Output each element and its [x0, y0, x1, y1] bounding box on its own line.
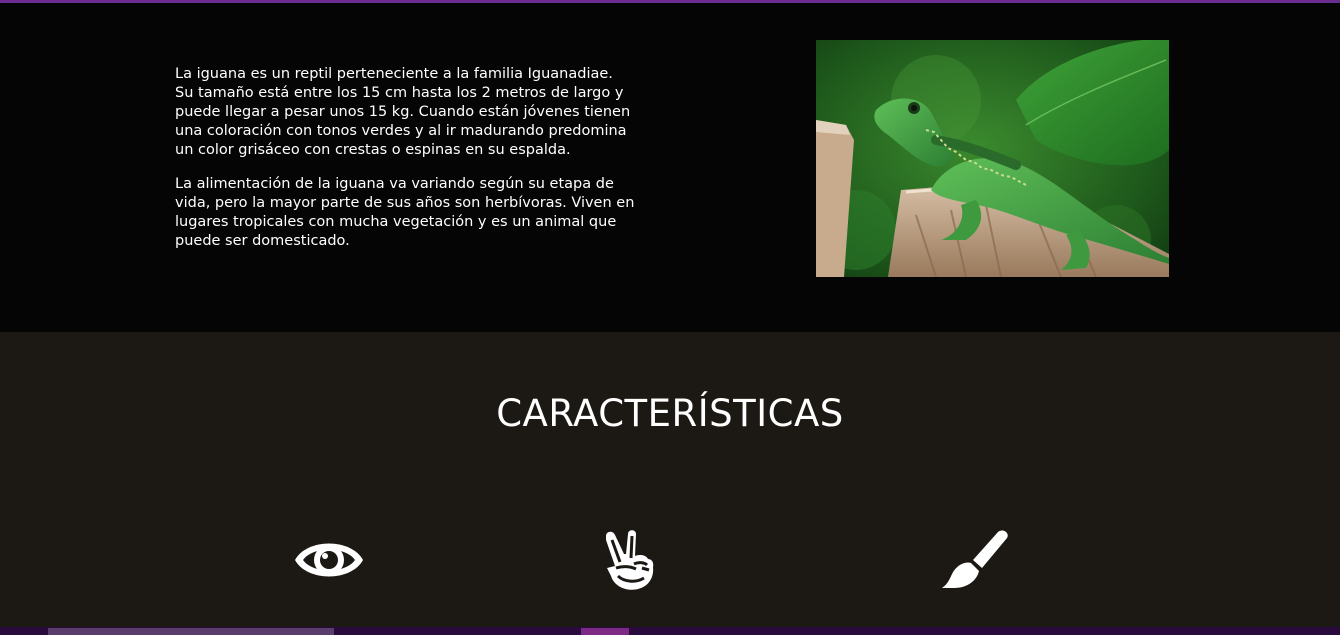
intro-text: La iguana es un reptil perteneciente a l…	[175, 65, 635, 266]
taskbar-window-button[interactable]	[48, 628, 334, 635]
taskbar-active-app[interactable]	[581, 628, 629, 635]
features-title: CARACTERÍSTICAS	[496, 392, 844, 435]
taskbar	[0, 627, 1340, 635]
intro-paragraph-2: La alimentación de la iguana va variando…	[175, 176, 635, 249]
iguana-photo	[816, 40, 1169, 277]
victory-hand-icon	[596, 528, 668, 594]
eye-icon	[293, 528, 365, 594]
intro-section: La iguana es un reptil perteneciente a l…	[0, 3, 1340, 332]
features-section: CARACTERÍSTICAS	[0, 332, 1340, 627]
paintbrush-icon	[940, 528, 1012, 594]
intro-paragraph-1: La iguana es un reptil perteneciente a l…	[175, 66, 631, 158]
